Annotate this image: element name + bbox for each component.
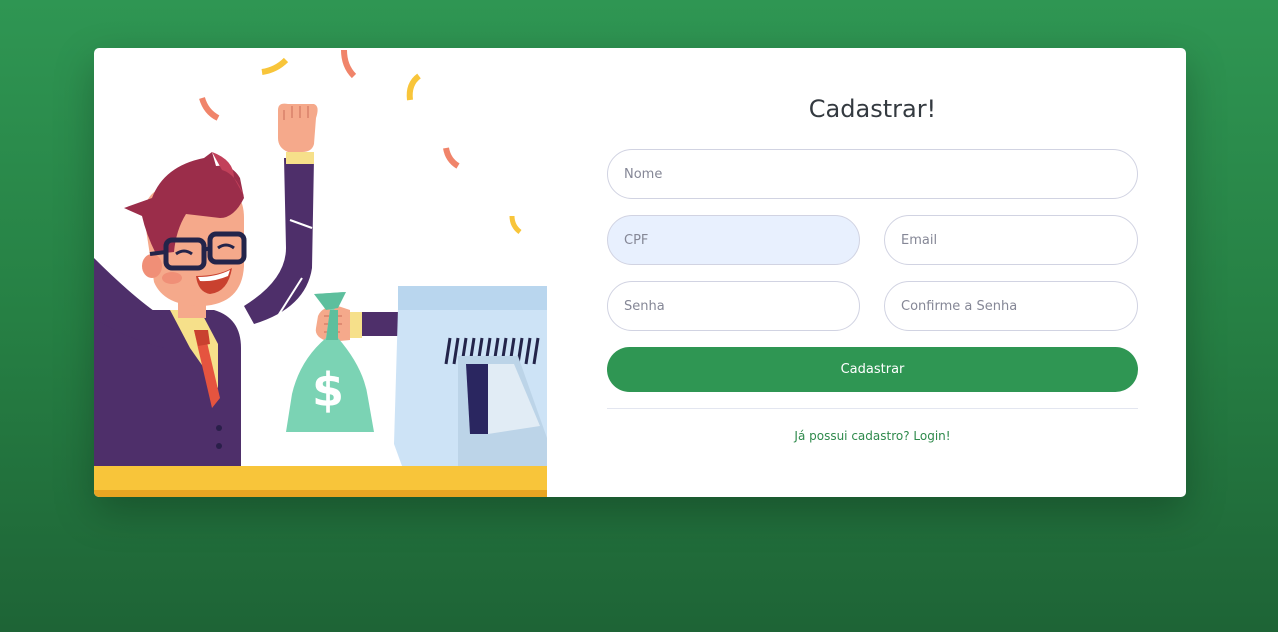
- cadastrar-button[interactable]: Cadastrar: [607, 347, 1138, 392]
- register-form: Cadastrar! Cadastrar Já possui cadastro?…: [607, 48, 1138, 497]
- nome-input[interactable]: [607, 149, 1138, 199]
- divider: [607, 408, 1138, 409]
- login-link[interactable]: Já possui cadastro? Login!: [607, 429, 1138, 443]
- email-input[interactable]: [884, 215, 1138, 265]
- businessman-money-illustration: $: [94, 48, 547, 497]
- svg-text:$: $: [312, 363, 344, 417]
- page-title: Cadastrar!: [808, 95, 937, 123]
- senha-input[interactable]: [607, 281, 860, 331]
- confirm-senha-input[interactable]: [884, 281, 1138, 331]
- cpf-input[interactable]: [607, 215, 860, 265]
- register-card: $ Cadastrar! Nome CPF Email Cadastrar Já…: [94, 48, 1186, 497]
